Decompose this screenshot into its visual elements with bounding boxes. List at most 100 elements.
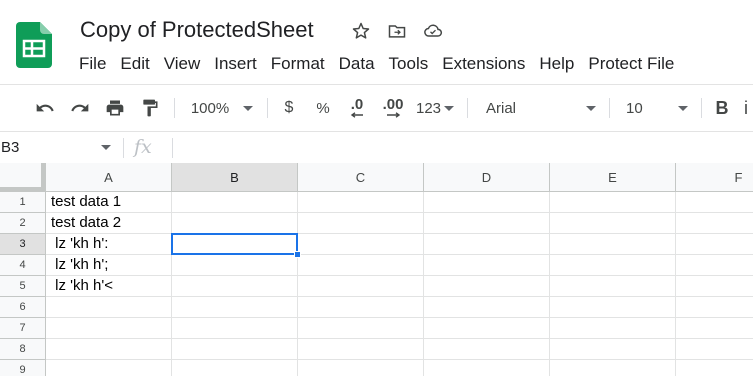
cell-e8[interactable] <box>550 339 676 360</box>
row-header-9[interactable]: 9 <box>0 360 46 376</box>
menu-extensions[interactable]: Extensions <box>435 54 532 74</box>
cell-a9[interactable] <box>46 360 172 376</box>
cell-e1[interactable] <box>550 192 676 213</box>
cell-d4[interactable] <box>424 255 550 276</box>
cell-c3[interactable] <box>298 234 424 255</box>
redo-icon[interactable] <box>67 93 93 123</box>
chevron-down-icon[interactable] <box>101 145 111 150</box>
menu-view[interactable]: View <box>157 54 208 74</box>
column-header-c[interactable]: C <box>298 163 424 192</box>
print-icon[interactable] <box>102 93 128 123</box>
cell-f5[interactable] <box>676 276 753 297</box>
menu-format[interactable]: Format <box>264 54 332 74</box>
cloud-status-icon[interactable] <box>421 19 445 43</box>
cell-a4[interactable]: lz 'kh h'; <box>46 255 172 276</box>
column-header-e[interactable]: E <box>550 163 676 192</box>
cell-c8[interactable] <box>298 339 424 360</box>
cell-a1[interactable]: test data 1 <box>46 192 172 213</box>
cell-b9[interactable] <box>172 360 298 376</box>
number-format-select[interactable]: 123 <box>413 93 457 123</box>
cell-b2[interactable] <box>172 213 298 234</box>
menu-edit[interactable]: Edit <box>113 54 156 74</box>
cell-c1[interactable] <box>298 192 424 213</box>
cell-e5[interactable] <box>550 276 676 297</box>
menu-data[interactable]: Data <box>332 54 382 74</box>
cell-b7[interactable] <box>172 318 298 339</box>
cell-c9[interactable] <box>298 360 424 376</box>
bold-button[interactable]: B <box>710 93 734 123</box>
row-header-4[interactable]: 4 <box>0 255 46 276</box>
row-header-6[interactable]: 6 <box>0 297 46 318</box>
cell-c7[interactable] <box>298 318 424 339</box>
cell-f2[interactable] <box>676 213 753 234</box>
fill-handle[interactable] <box>294 251 301 258</box>
row-header-7[interactable]: 7 <box>0 318 46 339</box>
star-icon[interactable] <box>349 19 373 43</box>
percent-format-button[interactable]: % <box>313 93 333 123</box>
font-size-select[interactable]: 10 <box>618 93 692 123</box>
cell-a3[interactable]: lz 'kh h': <box>46 234 172 255</box>
cell-d2[interactable] <box>424 213 550 234</box>
cell-b6[interactable] <box>172 297 298 318</box>
cell-c4[interactable] <box>298 255 424 276</box>
cell-e3[interactable] <box>550 234 676 255</box>
row-header-8[interactable]: 8 <box>0 339 46 360</box>
cell-f7[interactable] <box>676 318 753 339</box>
paint-format-icon[interactable] <box>137 93 163 123</box>
row-header-3[interactable]: 3 <box>0 234 46 255</box>
column-header-a[interactable]: A <box>46 163 172 192</box>
font-family-select[interactable]: Arial <box>478 93 602 123</box>
formula-input[interactable] <box>180 132 750 163</box>
cell-b5[interactable] <box>172 276 298 297</box>
select-all-corner[interactable] <box>0 163 46 192</box>
move-folder-icon[interactable] <box>385 19 409 43</box>
document-title[interactable]: Copy of ProtectedSheet <box>80 17 314 43</box>
cell-c5[interactable] <box>298 276 424 297</box>
cell-a5[interactable]: lz 'kh h'< <box>46 276 172 297</box>
zoom-select[interactable]: 100% <box>186 93 258 123</box>
cell-d7[interactable] <box>424 318 550 339</box>
cell-f6[interactable] <box>676 297 753 318</box>
cell-a7[interactable] <box>46 318 172 339</box>
cell-d1[interactable] <box>424 192 550 213</box>
column-header-b[interactable]: B <box>172 163 298 192</box>
sheets-logo-icon[interactable] <box>16 22 52 68</box>
cell-a8[interactable] <box>46 339 172 360</box>
cell-d9[interactable] <box>424 360 550 376</box>
cell-f4[interactable] <box>676 255 753 276</box>
cell-e4[interactable] <box>550 255 676 276</box>
undo-icon[interactable] <box>32 93 58 123</box>
row-header-1[interactable]: 1 <box>0 192 46 213</box>
cell-d3[interactable] <box>424 234 550 255</box>
row-header-2[interactable]: 2 <box>0 213 46 234</box>
menu-help[interactable]: Help <box>532 54 581 74</box>
cell-d8[interactable] <box>424 339 550 360</box>
cell-c6[interactable] <box>298 297 424 318</box>
cell-b8[interactable] <box>172 339 298 360</box>
cell-e9[interactable] <box>550 360 676 376</box>
cell-f3[interactable] <box>676 234 753 255</box>
cell-c2[interactable] <box>298 213 424 234</box>
menu-protect-file[interactable]: Protect File <box>581 54 681 74</box>
menu-file[interactable]: File <box>72 54 113 74</box>
menu-tools[interactable]: Tools <box>382 54 436 74</box>
cell-e2[interactable] <box>550 213 676 234</box>
menu-insert[interactable]: Insert <box>207 54 264 74</box>
decrease-decimal-button[interactable]: .0 <box>344 93 370 123</box>
cell-f8[interactable] <box>676 339 753 360</box>
currency-format-button[interactable]: $ <box>279 93 299 123</box>
cell-b1[interactable] <box>172 192 298 213</box>
cell-a2[interactable]: test data 2 <box>46 213 172 234</box>
cell-b3[interactable] <box>172 234 298 255</box>
cell-d6[interactable] <box>424 297 550 318</box>
column-header-d[interactable]: D <box>424 163 550 192</box>
cell-e6[interactable] <box>550 297 676 318</box>
column-header-f[interactable]: F <box>676 163 753 192</box>
cell-f1[interactable] <box>676 192 753 213</box>
increase-decimal-button[interactable]: .00 <box>379 93 407 123</box>
cell-f9[interactable] <box>676 360 753 376</box>
cell-b4[interactable] <box>172 255 298 276</box>
row-header-5[interactable]: 5 <box>0 276 46 297</box>
cell-d5[interactable] <box>424 276 550 297</box>
cell-a6[interactable] <box>46 297 172 318</box>
